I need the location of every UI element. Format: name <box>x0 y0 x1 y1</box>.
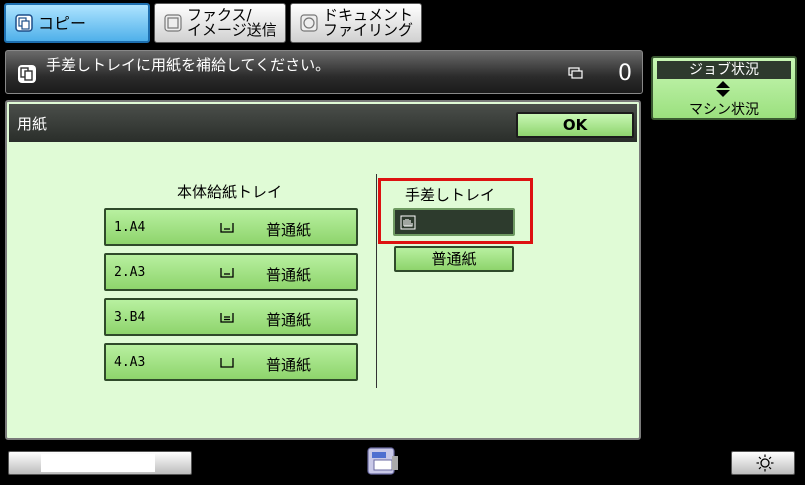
job-status-button[interactable]: ジョブ状況 マシン状況 <box>651 56 797 120</box>
tray-4-button[interactable]: 4.A3 普通紙 <box>104 343 358 381</box>
tray-name: 3.B4 <box>114 310 146 325</box>
dialog-title: 用紙 <box>17 115 48 133</box>
message-bar: 手差しトレイに用紙を補給してください。 0 <box>5 50 643 94</box>
tray-empty-icon <box>220 358 234 368</box>
hand-icon <box>400 215 416 230</box>
tray-2-button[interactable]: 2.A3 普通紙 <box>104 253 358 291</box>
tray-name: 4.A3 <box>114 355 146 370</box>
sun-icon <box>756 454 774 472</box>
ok-button[interactable]: OK <box>516 112 634 138</box>
tray-3-button[interactable]: 3.B4 普通紙 <box>104 298 358 336</box>
tray-icon <box>220 313 234 323</box>
bypass-paper-type-button[interactable]: 普通紙 <box>394 246 514 272</box>
fax-icon <box>164 14 182 32</box>
job-status-label: ジョブ状況 <box>657 61 791 79</box>
tab-document-label-line2: ファイリング <box>323 21 414 39</box>
copy-icon <box>15 14 33 32</box>
tray-name: 2.A3 <box>114 265 146 280</box>
paper-type: 普通紙 <box>266 221 312 239</box>
paper-type: 普通紙 <box>266 266 312 284</box>
brightness-button[interactable] <box>731 451 795 475</box>
tray-name: 1.A4 <box>114 220 146 235</box>
paper-type: 普通紙 <box>266 311 312 329</box>
document-filing-icon <box>300 14 318 32</box>
machine-status-label: マシン状況 <box>689 102 759 118</box>
main-tray-section-title: 本体給紙トレイ <box>177 183 283 201</box>
bypass-tray-button[interactable] <box>393 208 515 236</box>
copies-icon <box>568 67 583 79</box>
toggle-arrows-icon <box>716 81 730 97</box>
paper-type: 普通紙 <box>266 356 312 374</box>
dialog-header: 用紙 OK <box>9 104 637 142</box>
tray-icon <box>220 268 234 278</box>
tab-document-filing[interactable]: ドキュメント ファイリング <box>290 3 422 43</box>
status-message: 手差しトレイに用紙を補給してください。 <box>46 56 331 74</box>
copy-icon <box>18 65 36 83</box>
copy-count: 0 <box>618 61 632 86</box>
section-divider <box>376 174 377 388</box>
tab-copy-label: コピー <box>38 13 87 33</box>
left-bottom-button[interactable] <box>8 451 192 475</box>
bypass-tray-section-title: 手差しトレイ <box>405 186 496 204</box>
tray-1-button[interactable]: 1.A4 普通紙 <box>104 208 358 246</box>
bottom-display-field <box>41 454 155 472</box>
tab-copy[interactable]: コピー <box>4 3 150 43</box>
tab-fax-image-send[interactable]: ファクス/ イメージ送信 <box>154 3 286 43</box>
tab-fax-label-line2: イメージ送信 <box>187 21 277 39</box>
printer-icon <box>367 447 398 475</box>
tray-icon <box>220 223 234 233</box>
paper-select-dialog: 用紙 OK 本体給紙トレイ 1.A4 普通紙 2.A3 普通紙 3.B4 普通紙… <box>5 100 641 440</box>
